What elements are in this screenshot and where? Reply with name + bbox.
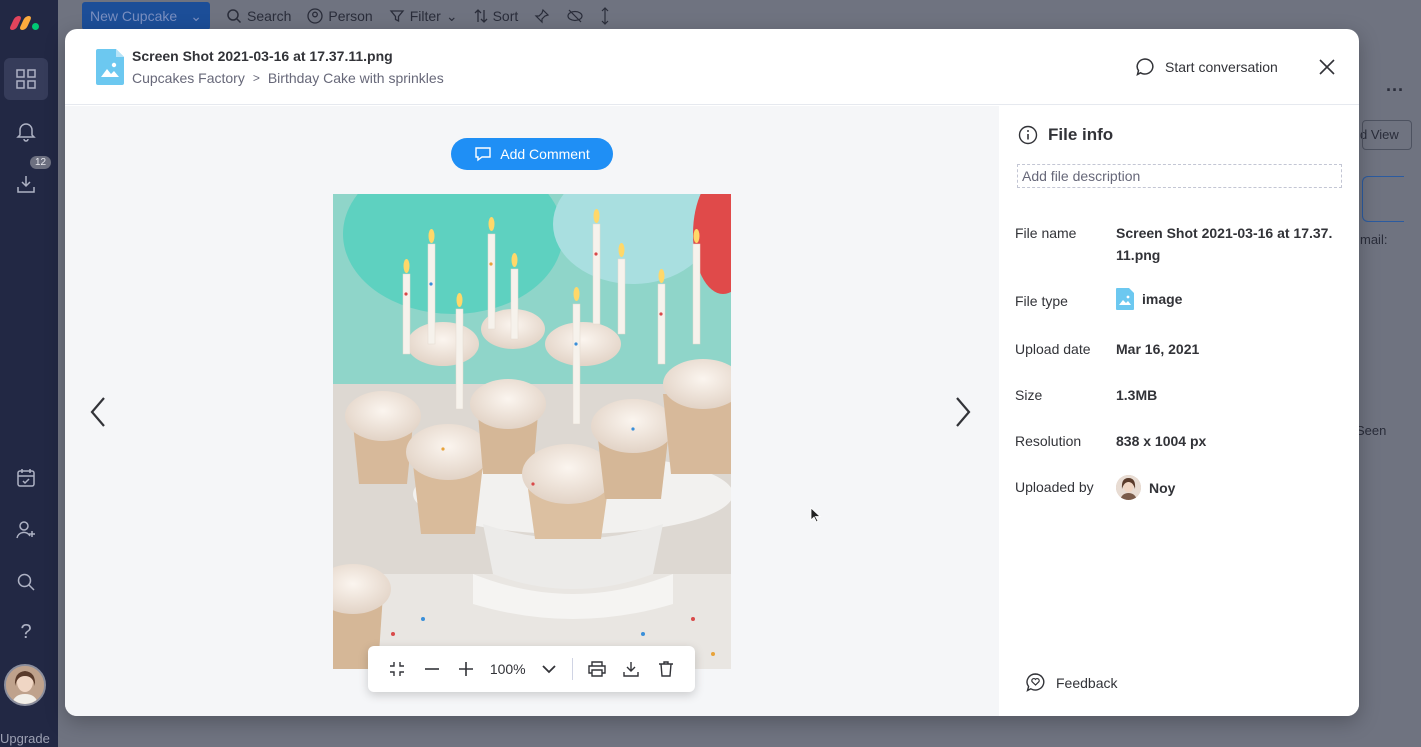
- breadcrumb-board[interactable]: Cupcakes Factory: [132, 70, 245, 86]
- upload-date-label: Upload date: [1015, 341, 1091, 357]
- file-preview-modal: Screen Shot 2021-03-16 at 17.37.11.png C…: [65, 29, 1359, 716]
- feedback-icon: [1026, 673, 1045, 692]
- uploaded-by-label: Uploaded by: [1015, 479, 1094, 495]
- file-description-input[interactable]: [1017, 164, 1342, 188]
- file-name-value: Screen Shot 2021-03-16 at 17.37.11.png: [1116, 225, 1333, 263]
- filter-button: Filter ⌄: [389, 8, 458, 25]
- download-icon[interactable]: [614, 651, 649, 687]
- filter-icon: [389, 10, 405, 23]
- upload-date-value: Mar 16, 2021: [1116, 341, 1200, 357]
- file-info-panel: File info File name Screen Shot 2021-03-…: [1000, 106, 1359, 716]
- upgrade-label: Upgrade: [0, 731, 50, 746]
- size-label: Size: [1015, 387, 1043, 403]
- preview-image: [333, 194, 731, 669]
- user-avatar: [4, 664, 46, 706]
- chevron-down-icon: ⌄: [190, 7, 202, 24]
- chevron-right-icon: >: [252, 71, 260, 85]
- file-info-heading: File info: [1018, 125, 1113, 145]
- pin-icon: [534, 8, 550, 24]
- file-type-value: image: [1142, 291, 1183, 307]
- print-icon[interactable]: [579, 651, 614, 687]
- image-file-icon: [96, 49, 124, 85]
- search-icon: [14, 570, 38, 594]
- mouse-cursor-icon: [810, 507, 822, 523]
- row-height-icon: [601, 7, 609, 25]
- uploaded-by-value-group: Noy: [1116, 475, 1340, 500]
- background-seen-label: Seen: [1356, 423, 1387, 438]
- file-title: Screen Shot 2021-03-16 at 17.37.11.png: [132, 48, 393, 64]
- start-conversation-button[interactable]: Start conversation: [1135, 57, 1278, 77]
- modal-header: Screen Shot 2021-03-16 at 17.37.11.png C…: [65, 29, 1359, 105]
- new-item-label: New Cupcake: [90, 8, 178, 24]
- image-viewer: Add Comment 100%: [65, 106, 999, 716]
- plus-icon[interactable]: [449, 651, 484, 687]
- breadcrumb: Cupcakes Factory > Birthday Cake with sp…: [132, 70, 444, 86]
- collapse-icon[interactable]: [380, 651, 415, 687]
- sort-icon: [474, 9, 488, 23]
- search-label: Search: [247, 8, 292, 24]
- background-toolbar: New Cupcake ⌄ Search Person Filter ⌄ Sor…: [58, 0, 738, 32]
- image-toolbar: 100%: [368, 646, 695, 692]
- hide-icon: [567, 9, 583, 23]
- file-type-label: File type: [1015, 293, 1068, 309]
- background-view-box: [1362, 120, 1412, 150]
- file-info-title: File info: [1048, 125, 1114, 144]
- filter-label: Filter: [409, 8, 441, 24]
- left-sidebar: 12 ? Upgrade: [0, 0, 58, 747]
- close-icon[interactable]: [1317, 57, 1337, 77]
- person-icon: [307, 8, 324, 24]
- chevron-left-icon[interactable]: [86, 394, 110, 430]
- add-person-icon: [14, 518, 38, 542]
- new-item-button: New Cupcake ⌄: [82, 2, 210, 30]
- person-label: Person: [328, 8, 373, 24]
- search-button: Search: [226, 8, 291, 24]
- search-icon: [227, 9, 242, 24]
- chevron-down-icon[interactable]: [532, 651, 567, 687]
- image-file-icon: [1116, 288, 1134, 310]
- add-comment-button[interactable]: Add Comment: [451, 138, 613, 170]
- file-type-value-group: image: [1116, 288, 1340, 310]
- resolution-label: Resolution: [1015, 433, 1082, 449]
- bell-icon: [14, 119, 38, 143]
- feedback-label: Feedback: [1056, 674, 1118, 691]
- resolution-value: 838 x 1004 px: [1116, 433, 1207, 449]
- add-comment-label: Add Comment: [500, 146, 590, 162]
- download-icon: [14, 172, 38, 196]
- uploader-avatar: [1116, 475, 1141, 500]
- notification-count-badge: 12: [30, 156, 52, 169]
- background-email-label: mail:: [1360, 232, 1388, 247]
- breadcrumb-item[interactable]: Birthday Cake with sprinkles: [268, 70, 444, 86]
- uploaded-by-value: Noy: [1149, 479, 1176, 496]
- feedback-button[interactable]: Feedback: [1025, 672, 1117, 693]
- toolbar-divider: [572, 658, 574, 680]
- size-value: 1.3MB: [1116, 387, 1158, 403]
- monday-logo: [8, 10, 42, 30]
- chevron-down-icon: ⌄: [445, 7, 458, 24]
- chevron-right-icon[interactable]: [951, 394, 975, 430]
- background-input: [1362, 176, 1404, 222]
- minus-icon[interactable]: [415, 651, 450, 687]
- trash-icon[interactable]: [648, 651, 683, 687]
- calendar-icon: [14, 466, 38, 490]
- comment-icon: [475, 147, 491, 162]
- chat-icon: [1136, 58, 1154, 77]
- help-icon: ?: [20, 620, 32, 643]
- sort-button: Sort: [474, 8, 519, 24]
- start-conversation-label: Start conversation: [1165, 59, 1278, 75]
- sort-label: Sort: [492, 8, 519, 24]
- info-icon: [1018, 125, 1038, 145]
- more-icon: ···: [1386, 80, 1404, 100]
- grid-icon: [14, 67, 38, 91]
- person-button: Person: [307, 8, 373, 24]
- zoom-level: 100%: [489, 661, 526, 677]
- file-name-label: File name: [1015, 225, 1077, 241]
